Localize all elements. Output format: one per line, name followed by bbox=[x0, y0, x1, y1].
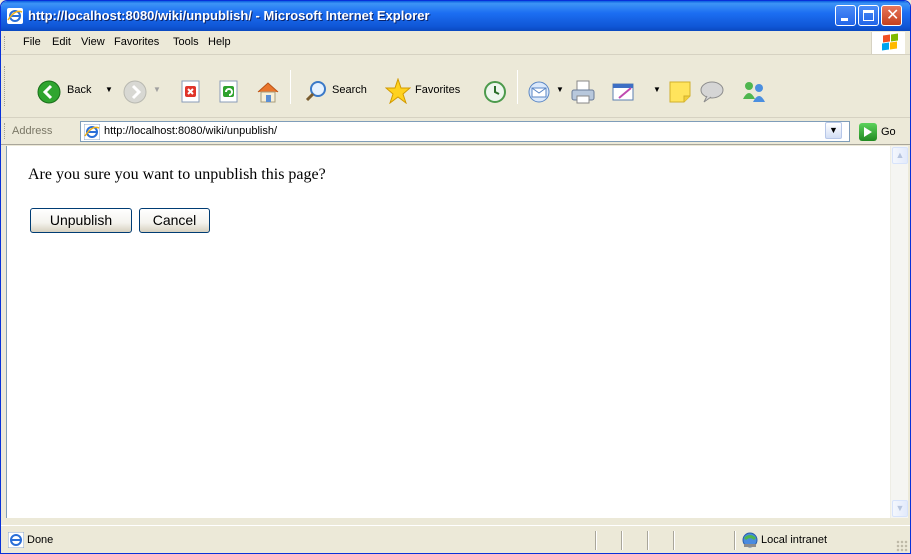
unpublish-button[interactable]: Unpublish bbox=[30, 208, 132, 233]
toolbar-grip[interactable] bbox=[4, 66, 7, 106]
address-dropdown-icon[interactable]: ▼ bbox=[825, 122, 842, 139]
close-button[interactable]: ✕ bbox=[881, 5, 902, 26]
local-intranet-icon bbox=[742, 532, 758, 548]
menu-bar: File Edit View Favorites Tools Help bbox=[1, 31, 910, 55]
refresh-icon[interactable] bbox=[218, 80, 240, 104]
cancel-button[interactable]: Cancel bbox=[139, 208, 210, 233]
go-icon[interactable] bbox=[859, 123, 877, 141]
home-icon[interactable] bbox=[255, 80, 281, 104]
address-url: http://localhost:8080/wiki/unpublish/ bbox=[104, 125, 278, 137]
status-bar: Done Local intranet bbox=[1, 525, 910, 553]
mail-dropdown-icon[interactable]: ▼ bbox=[556, 85, 564, 94]
menu-view[interactable]: View bbox=[81, 36, 105, 48]
status-text: Done bbox=[27, 534, 54, 546]
mail-icon[interactable] bbox=[527, 80, 553, 104]
standard-toolbar: Back ▼ ▼ Search Favorites ▼ ▼ bbox=[1, 56, 910, 118]
unpublish-prompt: Are you sure you want to unpublish this … bbox=[28, 166, 326, 183]
menu-help[interactable]: Help bbox=[208, 36, 231, 48]
search-label: Search bbox=[332, 84, 367, 96]
status-pane-divider bbox=[673, 531, 675, 550]
address-bar-grip[interactable] bbox=[4, 123, 7, 139]
ie-icon bbox=[7, 8, 23, 24]
vertical-scrollbar[interactable]: ▲ ▼ bbox=[890, 146, 908, 518]
toolbar-separator bbox=[517, 70, 518, 104]
maximize-button[interactable] bbox=[858, 5, 879, 26]
status-pane-divider bbox=[734, 531, 736, 550]
address-bar: Address http://localhost:8080/wiki/unpub… bbox=[1, 118, 910, 145]
page-ie-icon bbox=[84, 124, 100, 140]
back-label: Back bbox=[67, 84, 92, 96]
browser-window: http://localhost:8080/wiki/unpublish/ - … bbox=[0, 0, 911, 554]
menu-bar-grip[interactable] bbox=[4, 36, 7, 50]
favorites-label: Favorites bbox=[415, 84, 461, 96]
edit-dropdown-icon[interactable]: ▼ bbox=[653, 85, 661, 94]
history-icon[interactable] bbox=[483, 80, 507, 104]
menu-edit[interactable]: Edit bbox=[52, 36, 71, 48]
edit-page-icon[interactable] bbox=[611, 80, 637, 104]
status-pane-divider bbox=[647, 531, 649, 550]
scroll-up-icon[interactable]: ▲ bbox=[892, 147, 908, 164]
window-title: http://localhost:8080/wiki/unpublish/ - … bbox=[28, 8, 430, 23]
forward-arrow-icon[interactable] bbox=[123, 80, 147, 104]
page-content: Are you sure you want to unpublish this … bbox=[6, 146, 890, 518]
close-icon: ✕ bbox=[886, 7, 900, 24]
menu-tools[interactable]: Tools bbox=[173, 36, 199, 48]
favorites-star-icon bbox=[385, 78, 411, 104]
note-icon[interactable] bbox=[668, 80, 692, 104]
minimize-button[interactable] bbox=[835, 5, 856, 26]
title-bar[interactable]: http://localhost:8080/wiki/unpublish/ - … bbox=[1, 1, 910, 31]
status-ie-icon bbox=[8, 532, 24, 548]
discuss-icon[interactable] bbox=[699, 80, 725, 104]
back-arrow-icon bbox=[37, 80, 61, 104]
windows-logo-icon bbox=[871, 32, 905, 54]
stop-icon[interactable] bbox=[180, 80, 202, 104]
forward-dropdown-icon[interactable]: ▼ bbox=[153, 85, 161, 94]
minimize-icon bbox=[841, 18, 848, 21]
resize-grip[interactable] bbox=[896, 540, 908, 552]
menu-file[interactable]: File bbox=[23, 36, 41, 48]
menu-favorites[interactable]: Favorites bbox=[114, 36, 159, 48]
maximize-icon bbox=[863, 10, 874, 21]
go-button[interactable]: Go bbox=[881, 126, 896, 138]
address-input[interactable]: http://localhost:8080/wiki/unpublish/ bbox=[80, 121, 850, 142]
scroll-down-icon[interactable]: ▼ bbox=[892, 500, 908, 517]
search-icon bbox=[305, 81, 326, 102]
back-dropdown-icon[interactable]: ▼ bbox=[105, 85, 113, 94]
address-label: Address bbox=[12, 125, 53, 137]
print-icon[interactable] bbox=[570, 79, 596, 105]
security-zone: Local intranet bbox=[761, 534, 828, 546]
status-pane-divider bbox=[595, 531, 597, 550]
messenger-icon[interactable] bbox=[740, 79, 768, 105]
toolbar-separator bbox=[290, 70, 291, 104]
status-pane-divider bbox=[621, 531, 623, 550]
